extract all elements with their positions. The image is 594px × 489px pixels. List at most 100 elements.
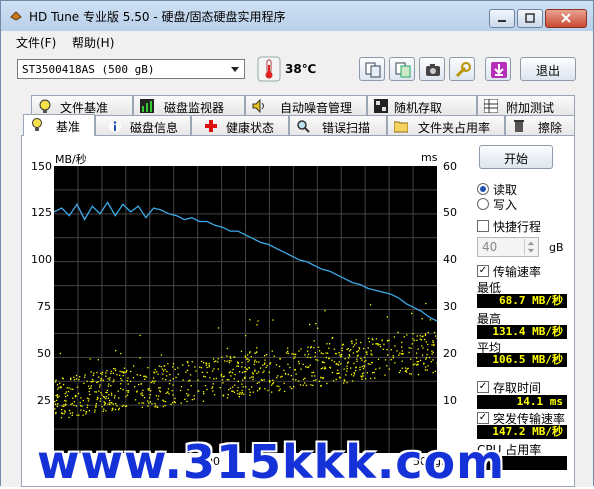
tab-benchmark[interactable]: 基准 [23,114,95,136]
access-time-point [372,372,373,373]
menu-file[interactable]: 文件(F) [16,34,56,51]
temperature-value: 38℃ [285,62,316,76]
access-time-point [96,391,97,392]
access-time-point [317,328,318,329]
access-time-point [108,386,109,387]
access-time-point [172,384,173,385]
close-button[interactable] [545,9,587,28]
left-tick: 150 [31,160,52,173]
tab-disk-info[interactable]: 磁盘信息 [95,115,191,136]
access-time-point [80,405,81,406]
access-time-point [212,371,213,372]
menu-help[interactable]: 帮助(H) [72,34,114,51]
access-time-point [72,389,73,390]
access-time-point [283,370,284,371]
read-radio[interactable] [477,183,489,195]
access-time-value: 14.1 ms [477,395,567,409]
access-time-point [249,360,250,361]
access-time-point [106,396,107,397]
access-time-checkbox[interactable]: ✓ [477,381,489,393]
access-time-point [360,358,361,359]
access-time-point [326,383,327,384]
access-time-point [100,401,101,402]
copy-screen-button[interactable] [389,57,415,81]
access-time-point [293,386,294,387]
tab-health[interactable]: 健康状态 [191,115,289,136]
maximize-button[interactable] [517,9,543,28]
access-time-point [87,381,88,382]
access-time-point [148,390,149,391]
drive-select[interactable]: ST3500418AS (500 gB) [17,59,245,79]
access-time-point [113,403,114,404]
access-time-point [336,363,337,364]
access-time-point [202,372,203,373]
quick-stroke-checkbox[interactable] [477,220,489,232]
access-time-point [220,387,221,388]
screenshot-button[interactable] [419,57,445,81]
access-time-point [427,354,428,355]
access-time-point [190,374,191,375]
access-time-point [370,378,371,379]
access-time-point [315,359,316,360]
copy-info-button[interactable] [359,57,385,81]
access-time-point [115,350,116,351]
access-time-point [60,386,61,387]
burst-rate-checkbox[interactable]: ✓ [477,412,489,424]
tab-label: 磁盘信息 [130,119,178,136]
access-time-point [218,358,219,359]
save-button[interactable] [485,57,511,81]
access-time-point [406,334,407,335]
access-time-point [144,379,145,380]
tab-random-access[interactable]: 随机存取 [367,95,477,116]
access-time-point [206,364,207,365]
access-time-point [186,401,187,402]
access-time-point [286,352,287,353]
access-time-point [384,375,385,376]
access-time-point [186,393,187,394]
access-time-point [420,335,421,336]
access-time-point [294,356,295,357]
tab-aam[interactable]: 自动噪音管理 [245,95,367,116]
access-time-point [264,355,265,356]
access-time-point [315,323,316,324]
access-time-point [209,363,210,364]
tab-file-benchmark[interactable]: 文件基准 [31,95,133,116]
access-time-point [203,362,204,363]
access-time-point [187,362,188,363]
access-time-point [238,363,239,364]
access-time-point [93,381,94,382]
access-time-point [429,357,430,358]
access-time-point [412,343,413,344]
access-time-point [174,398,175,399]
transfer-rate-checkbox[interactable]: ✓ [477,265,489,277]
write-radio[interactable] [477,198,489,210]
tab-disk-monitor[interactable]: 磁盘监视器 [133,95,245,116]
tab-folder-usage[interactable]: 文件夹占用率 [387,115,505,136]
access-time-point [109,400,110,401]
options-button[interactable] [449,57,475,81]
access-time-point [343,382,344,383]
exit-button[interactable]: 退出 [520,57,576,81]
access-time-point [194,366,195,367]
quick-stroke-stepper[interactable]: 40 [477,237,539,257]
access-time-point [269,372,270,373]
tab-extra-tests[interactable]: 附加测试 [477,95,575,116]
tab-error-scan[interactable]: 错误扫描 [289,115,387,136]
access-time-point [305,366,306,367]
tab-erase[interactable]: 擦除 [505,115,575,136]
access-time-point [408,368,409,369]
start-button[interactable]: 开始 [479,145,553,169]
access-time-point [230,360,231,361]
access-time-point [334,349,335,350]
access-time-point [377,343,378,344]
access-time-point [116,405,117,406]
close-icon [546,10,586,27]
minimize-button[interactable] [489,9,515,28]
access-time-point [361,360,362,361]
access-time-point [242,379,243,380]
access-time-point [349,355,350,356]
access-time-point [299,363,300,364]
access-time-point [64,410,65,411]
access-time-point [111,395,112,396]
access-time-point [89,394,90,395]
